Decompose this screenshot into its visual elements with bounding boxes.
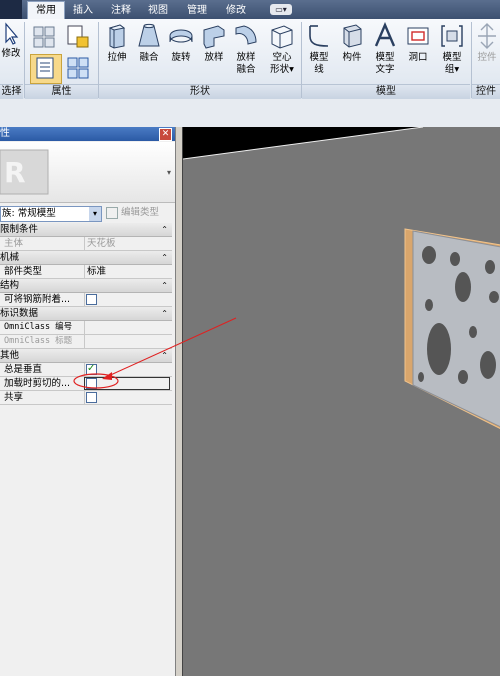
annotation-arrowhead-icon [102,372,112,380]
annotation-arrow-line [103,317,237,379]
annotation-overlay [73,317,237,389]
